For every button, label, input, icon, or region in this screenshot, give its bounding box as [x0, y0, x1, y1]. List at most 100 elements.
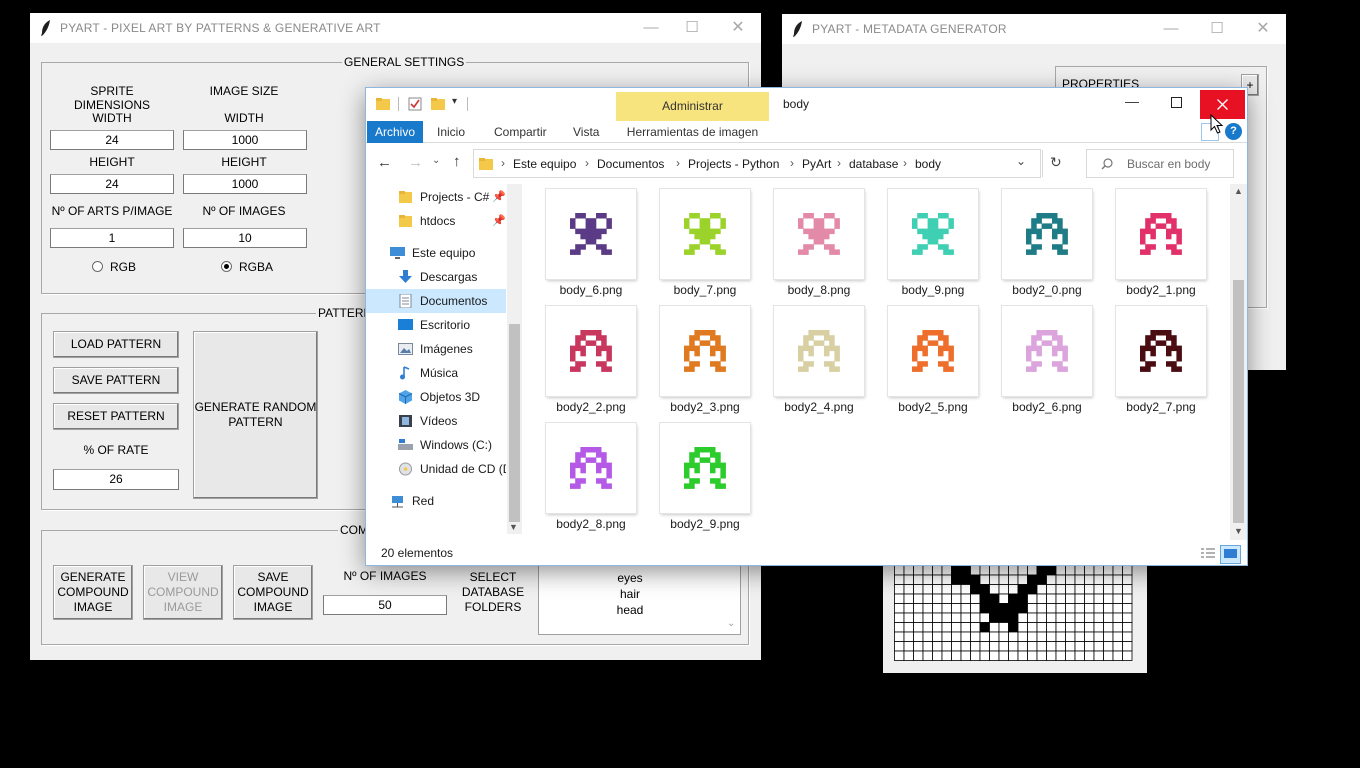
file-tile[interactable]: body2_1.png — [1102, 184, 1214, 297]
nav-item-escritorio[interactable]: Escritorio — [366, 313, 506, 337]
search-input[interactable]: Buscar en body — [1086, 149, 1234, 178]
forward-arrow-icon[interactable]: → — [408, 154, 423, 171]
reset-pattern-button[interactable]: RESET PATTERN — [53, 403, 179, 430]
tab-archivo[interactable]: Archivo — [367, 121, 423, 143]
file-name: body_8.png — [787, 283, 851, 297]
file-tile[interactable]: body_7.png — [646, 184, 758, 297]
tab-herramientas-imagen[interactable]: Herramientas de imagen — [616, 121, 769, 143]
sprite-height-input[interactable]: 24 — [50, 174, 174, 194]
nav-scrollbar[interactable]: ▼ — [507, 184, 522, 534]
nav-item-este-equipo[interactable]: Este equipo — [366, 241, 506, 265]
nav-item-videos[interactable]: Vídeos — [366, 409, 506, 433]
file-tile[interactable]: body2_3.png — [646, 296, 758, 414]
file-thumbnail — [1116, 189, 1206, 279]
large-icons-view-icon[interactable] — [1220, 545, 1241, 564]
details-view-icon[interactable] — [1200, 546, 1216, 562]
close-icon[interactable]: ✕ — [1252, 18, 1274, 40]
qat-divider — [398, 97, 399, 111]
save-pattern-button[interactable]: SAVE PATTERN — [53, 367, 179, 394]
file-tile[interactable]: body_9.png — [874, 184, 986, 297]
content-scroll-up-icon[interactable]: ▲ — [1234, 186, 1243, 196]
folder-item-hair[interactable]: hair — [539, 587, 721, 601]
image-width-input[interactable]: 1000 — [183, 130, 307, 150]
breadcrumb-projects-python[interactable]: Projects - Python — [688, 157, 779, 171]
file-tile[interactable]: body2_7.png — [1102, 296, 1214, 414]
database-folders-listbox[interactable]: eyes hair head ⌄ — [538, 565, 741, 635]
nav-item-descargas[interactable]: Descargas — [366, 265, 506, 289]
folder-item-eyes[interactable]: eyes — [539, 571, 721, 585]
content-scrollbar-thumb[interactable] — [1233, 280, 1244, 523]
num-images-input[interactable]: 10 — [183, 228, 307, 248]
tab-compartir[interactable]: Compartir — [494, 121, 547, 143]
nav-item-objetos-3d[interactable]: Objetos 3D — [366, 385, 506, 409]
qat-dropdown-icon[interactable]: ▾ — [452, 96, 457, 107]
content-scrollbar[interactable]: ▲ ▼ — [1230, 184, 1247, 540]
properties-icon[interactable] — [408, 97, 422, 111]
maximize-icon[interactable]: ☐ — [1206, 18, 1228, 40]
breadcrumb-database[interactable]: database — [849, 157, 898, 171]
nav-item-documentos[interactable]: Documentos — [366, 289, 506, 313]
file-tile[interactable]: body2_8.png — [532, 413, 644, 531]
refresh-icon[interactable]: ↻ — [1050, 154, 1062, 171]
breadcrumb-documentos[interactable]: Documentos — [597, 157, 664, 171]
minimize-icon[interactable]: — — [1160, 18, 1182, 40]
generate-compound-image-button[interactable]: GENERATE COMPOUND IMAGE — [53, 565, 133, 620]
new-folder-icon[interactable] — [431, 97, 445, 111]
up-arrow-icon[interactable]: ↑ — [453, 153, 461, 170]
maximize-icon[interactable] — [1171, 97, 1182, 108]
view-compound-image-button[interactable]: VIEW COMPOUND IMAGE — [143, 565, 223, 620]
main-titlebar[interactable]: PYART - PIXEL ART BY PATTERNS & GENERATI… — [30, 13, 761, 43]
help-icon[interactable]: ? — [1225, 123, 1242, 140]
rgba-radio[interactable] — [221, 261, 232, 272]
folder-item-head[interactable]: head — [539, 603, 721, 617]
compound-num-images-input[interactable]: 50 — [323, 595, 447, 615]
nav-item-windows-c[interactable]: Windows (C:) — [366, 433, 506, 457]
file-tile[interactable]: body2_5.png — [874, 296, 986, 414]
minimize-icon[interactable]: — — [1122, 93, 1142, 113]
search-icon — [1101, 158, 1113, 170]
rgb-radio[interactable] — [92, 261, 103, 272]
metadata-titlebar[interactable]: PYART - METADATA GENERATOR — ☐ ✕ — [782, 14, 1286, 44]
nav-item-projects-csharp[interactable]: Projects - C# 📌 — [366, 185, 506, 209]
tab-vista[interactable]: Vista — [573, 121, 599, 143]
explorer-titlebar[interactable]: ▾ Administrar body — — [366, 88, 1247, 121]
nav-item-htdocs[interactable]: htdocs 📌 — [366, 209, 506, 233]
save-compound-line2: COMPOUND — [237, 585, 309, 599]
listbox-scroll-down-icon[interactable]: ⌄ — [727, 618, 735, 629]
breadcrumb-body[interactable]: body — [915, 157, 941, 171]
breadcrumb-pyart[interactable]: PyArt — [802, 157, 831, 171]
image-height-input[interactable]: 1000 — [183, 174, 307, 194]
arts-per-image-input[interactable]: 1 — [50, 228, 174, 248]
save-compound-image-button[interactable]: SAVE COMPOUND IMAGE — [233, 565, 313, 620]
tab-inicio[interactable]: Inicio — [437, 121, 465, 143]
content-scroll-down-icon[interactable]: ▼ — [1234, 526, 1243, 536]
nav-item-red[interactable]: Red — [366, 489, 506, 513]
sprite-width-input[interactable]: 24 — [50, 130, 174, 150]
load-pattern-button[interactable]: LOAD PATTERN — [53, 331, 179, 358]
mouse-cursor-icon — [1210, 114, 1224, 134]
file-tile[interactable]: body2_0.png — [988, 184, 1100, 297]
generate-random-pattern-button[interactable]: GENERATE RANDOM PATTERN — [193, 331, 318, 499]
close-icon[interactable]: ✕ — [727, 17, 749, 39]
file-tile[interactable]: body2_6.png — [988, 296, 1100, 414]
nav-item-unidad-cd[interactable]: Unidad de CD (D — [366, 457, 506, 481]
rate-input[interactable]: 26 — [53, 469, 179, 490]
maximize-icon[interactable]: ☐ — [681, 17, 703, 39]
nav-item-imagenes[interactable]: Imágenes — [366, 337, 506, 361]
pixel-grid-canvas[interactable] — [894, 555, 1134, 661]
address-dropdown-icon[interactable]: ⌄ — [1016, 154, 1026, 168]
breadcrumb-este-equipo[interactable]: Este equipo — [513, 157, 576, 171]
nav-scrollbar-thumb[interactable] — [509, 324, 520, 522]
file-tile[interactable]: body2_9.png — [646, 413, 758, 531]
nav-scroll-down-icon[interactable]: ▼ — [509, 522, 518, 532]
back-arrow-icon[interactable]: ← — [377, 154, 392, 171]
recent-dropdown-icon[interactable]: ⌄ — [432, 155, 440, 166]
file-tile[interactable]: body2_4.png — [760, 296, 872, 414]
address-bar[interactable]: › Este equipo › Documentos › Projects - … — [473, 149, 1043, 178]
file-tile[interactable]: body2_2.png — [532, 296, 644, 414]
manage-tab[interactable]: Administrar — [616, 92, 769, 121]
minimize-icon[interactable]: — — [640, 17, 662, 39]
file-tile[interactable]: body_6.png — [532, 184, 644, 297]
nav-item-musica[interactable]: Música — [366, 361, 506, 385]
file-tile[interactable]: body_8.png — [760, 184, 872, 297]
